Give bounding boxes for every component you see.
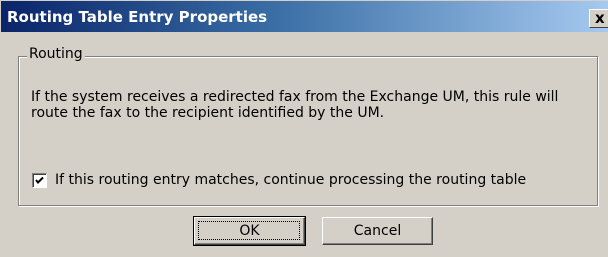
routing-entry-dialog: Routing Table Entry Properties x Routing… <box>0 0 608 257</box>
routing-group-label: Routing <box>27 46 85 62</box>
title-bar: Routing Table Entry Properties x <box>1 1 608 32</box>
continue-processing-label[interactable]: If this routing entry matches, continue … <box>55 172 526 188</box>
routing-description: If the system receives a redirected fax … <box>31 89 559 121</box>
close-button[interactable]: x <box>589 9 608 28</box>
focus-rectangle <box>198 221 300 240</box>
cancel-button-label: Cancel <box>353 223 402 239</box>
continue-processing-checkbox[interactable] <box>32 172 47 188</box>
checkmark-icon <box>35 176 44 184</box>
window-title: Routing Table Entry Properties <box>7 8 268 26</box>
ok-button[interactable]: OK <box>193 216 306 246</box>
continue-processing-option[interactable]: If this routing entry matches, continue … <box>32 171 526 189</box>
cancel-button[interactable]: Cancel <box>322 217 433 245</box>
close-icon: x <box>595 9 605 27</box>
